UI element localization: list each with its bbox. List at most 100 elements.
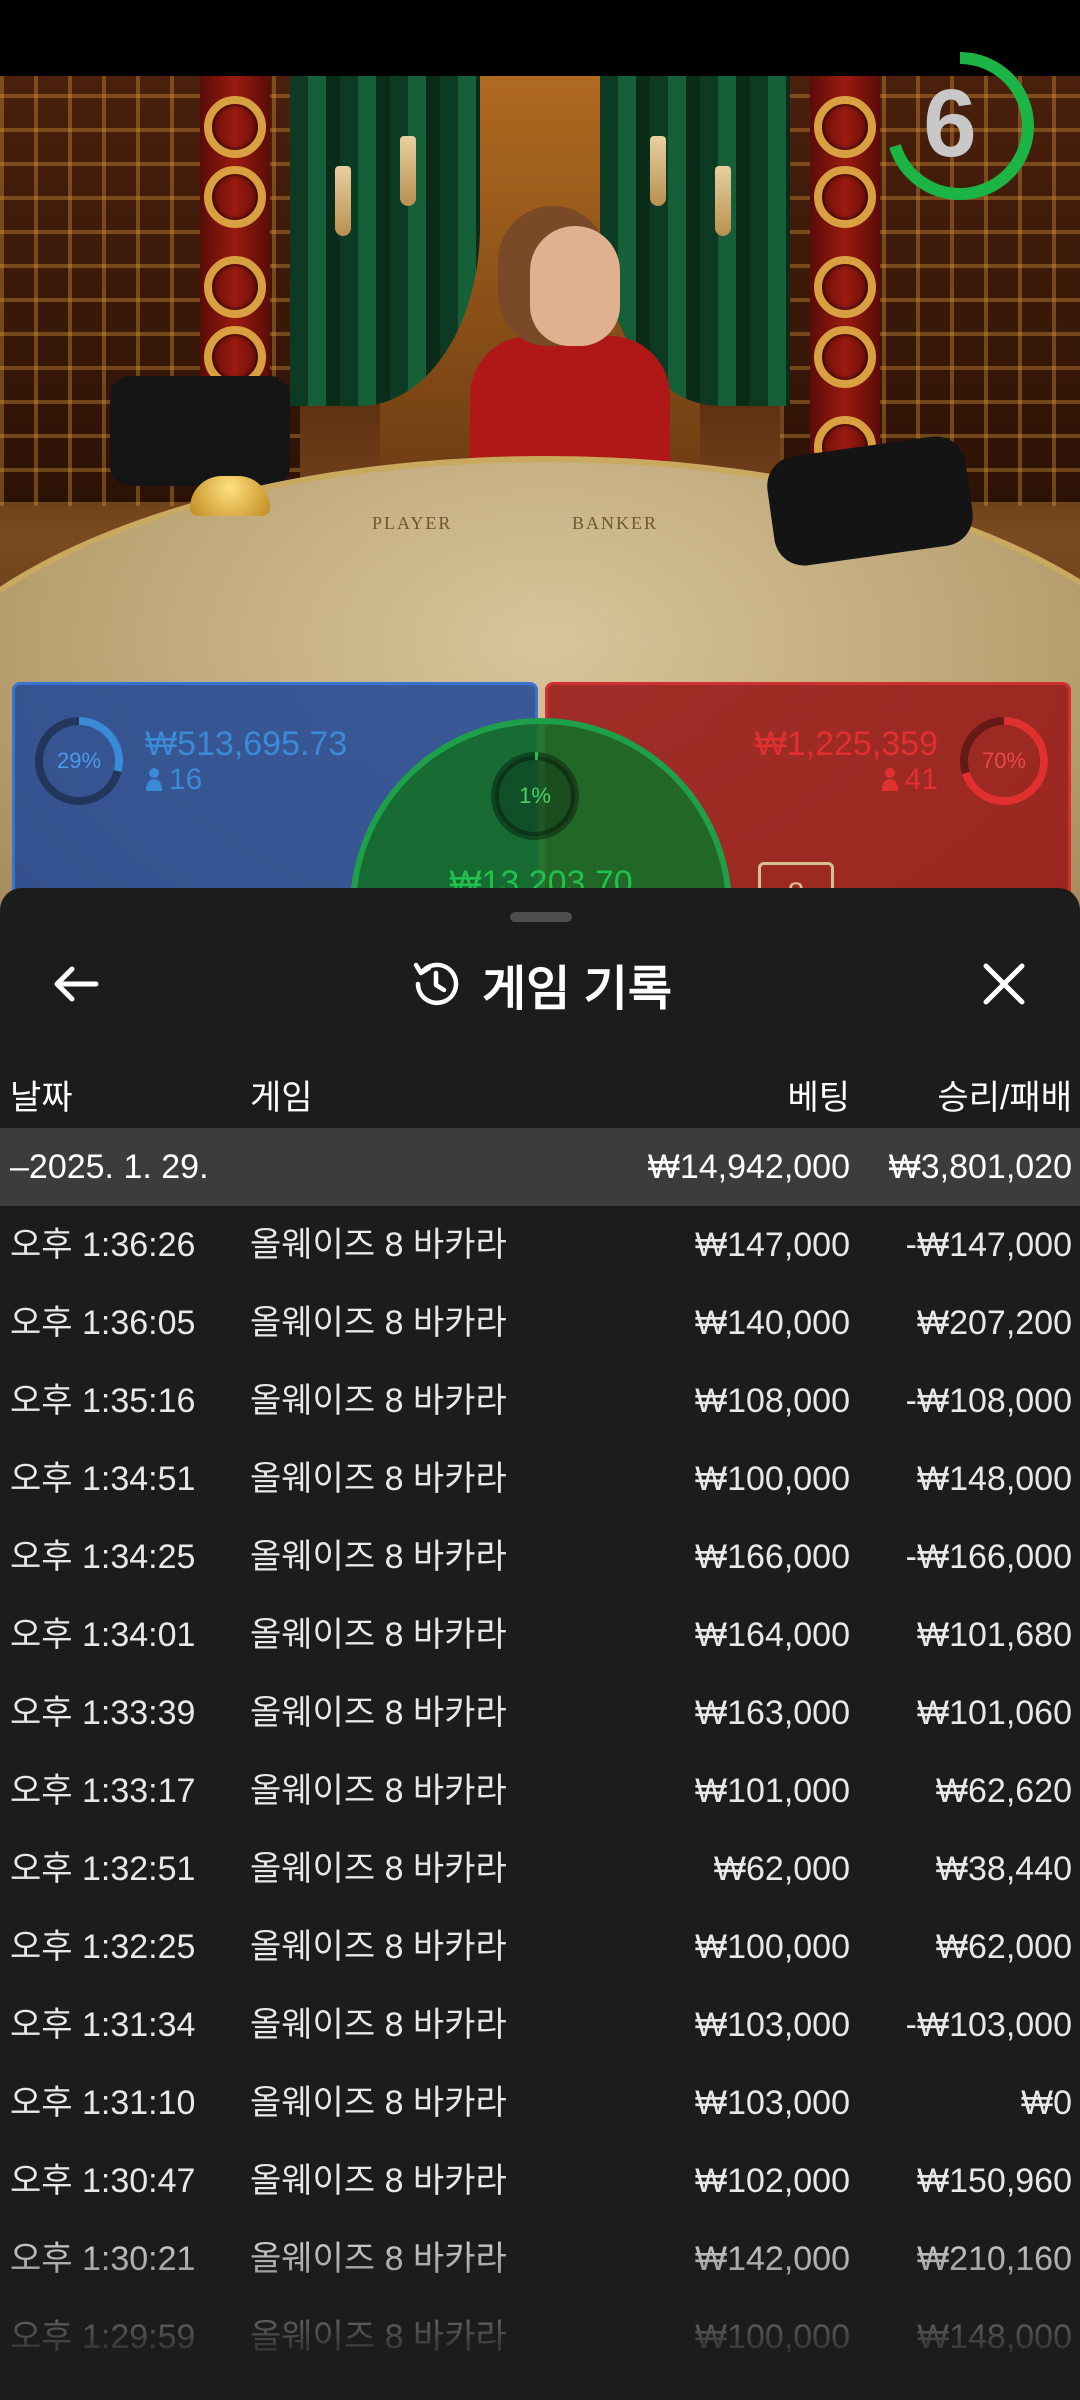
history-row[interactable]: 오후 1:32:25 올웨이즈 8 바카라 ₩100,000 ₩62,000 xyxy=(0,1908,1080,1986)
row-game: 올웨이즈 8 바카라 xyxy=(250,1304,507,1342)
row-win-loss: ₩148,000 xyxy=(917,1460,1072,1498)
row-win-loss: ₩101,060 xyxy=(917,1694,1072,1732)
row-time: 오후 1:35:16 xyxy=(10,1382,196,1420)
banker-percent: 70% xyxy=(981,748,1027,773)
row-time: 오후 1:34:01 xyxy=(10,1616,196,1654)
row-game: 올웨이즈 8 바카라 xyxy=(250,2084,507,2122)
row-win-loss: -₩108,000 xyxy=(905,1382,1072,1420)
history-row[interactable]: 오후 1:34:51 올웨이즈 8 바카라 ₩100,000 ₩148,000 xyxy=(0,1440,1080,1518)
row-bet: ₩142,000 xyxy=(695,2240,850,2278)
row-win-loss: ₩148,000 xyxy=(917,2318,1072,2356)
row-bet: ₩140,000 xyxy=(695,1304,850,1342)
row-bet: ₩102,000 xyxy=(695,2162,850,2200)
row-game: 올웨이즈 8 바카라 xyxy=(250,1928,507,1966)
history-row[interactable]: 오후 1:33:39 올웨이즈 8 바카라 ₩163,000 ₩101,060 xyxy=(0,1674,1080,1752)
row-bet: ₩164,000 xyxy=(695,1616,850,1654)
tassel xyxy=(400,136,416,206)
row-bet: ₩166,000 xyxy=(695,1538,850,1576)
row-win-loss: ₩62,000 xyxy=(935,1928,1072,1966)
row-bet: ₩101,000 xyxy=(695,1772,850,1810)
row-win-loss: ₩101,680 xyxy=(917,1616,1072,1654)
row-time: 오후 1:31:34 xyxy=(10,2006,196,2044)
tie-percent: 1% xyxy=(519,783,551,808)
row-time: 오후 1:36:26 xyxy=(10,1226,196,1264)
row-win-loss: -₩166,000 xyxy=(905,1538,1072,1576)
column-game: 게임 xyxy=(250,1079,313,1117)
countdown-number: 6 xyxy=(923,70,977,177)
history-row[interactable]: 오후 1:34:01 올웨이즈 8 바카라 ₩164,000 ₩101,680 xyxy=(0,1596,1080,1674)
close-button[interactable] xyxy=(968,948,1040,1020)
history-row[interactable]: 오후 1:32:51 올웨이즈 8 바카라 ₩62,000 ₩38,440 xyxy=(0,1830,1080,1908)
row-bet: ₩103,000 xyxy=(695,2084,850,2122)
player-bet-amount: ₩513,695.73 xyxy=(145,725,348,763)
collapse-icon: – xyxy=(10,1148,29,1186)
history-row[interactable]: 오후 1:31:10 올웨이즈 8 바카라 ₩103,000 ₩0 xyxy=(0,2064,1080,2142)
row-game: 올웨이즈 8 바카라 xyxy=(250,1694,507,1732)
row-time: 오후 1:33:17 xyxy=(10,1772,196,1810)
table-header: 날짜 게임 베팅 승리/패배 xyxy=(0,1060,1080,1124)
history-row[interactable]: 오후 1:29:59 올웨이즈 8 바카라 ₩100,000 ₩148,000 xyxy=(0,2298,1080,2376)
column-win-loss: 승리/패배 xyxy=(937,1079,1072,1117)
game-history-sheet: 게임 기록 날짜 게임 베팅 승리/패배 –2025. 1. 29. ₩14,9… xyxy=(0,888,1080,2400)
table-label-banker: BANKER xyxy=(572,513,659,533)
row-time: 오후 1:31:10 xyxy=(10,2084,196,2122)
row-time: 오후 1:36:05 xyxy=(10,1304,196,1342)
row-time: 오후 1:30:21 xyxy=(10,2240,196,2278)
history-row[interactable]: 오후 1:35:16 올웨이즈 8 바카라 ₩108,000 -₩108,000 xyxy=(0,1362,1080,1440)
day-group-row[interactable]: –2025. 1. 29. ₩14,942,000 ₩3,801,020 xyxy=(0,1128,1080,1206)
sheet-title: 게임 기록 xyxy=(482,963,672,1016)
history-row[interactable]: 오후 1:36:26 올웨이즈 8 바카라 ₩147,000 -₩147,000 xyxy=(0,1206,1080,1284)
row-game: 올웨이즈 8 바카라 xyxy=(250,1460,507,1498)
dealer-head xyxy=(530,226,620,346)
person-icon xyxy=(146,768,162,791)
day-group-date-text: 2025. 1. 29. xyxy=(28,1148,209,1186)
row-win-loss: ₩207,200 xyxy=(917,1304,1072,1342)
history-row[interactable]: 오후 1:36:05 올웨이즈 8 바카라 ₩140,000 ₩207,200 xyxy=(0,1284,1080,1362)
row-bet: ₩147,000 xyxy=(695,1226,850,1264)
row-game: 올웨이즈 8 바카라 xyxy=(250,1226,507,1264)
player-count-value: 16 xyxy=(169,763,203,796)
tassel xyxy=(715,166,731,236)
history-row[interactable]: 오후 1:30:47 올웨이즈 8 바카라 ₩102,000 ₩150,960 xyxy=(0,2142,1080,2220)
row-game: 올웨이즈 8 바카라 xyxy=(250,1772,507,1810)
table-label-player: PLAYER xyxy=(372,513,453,533)
row-bet: ₩62,000 xyxy=(713,1850,850,1888)
column-bet: 베팅 xyxy=(787,1079,850,1117)
close-icon xyxy=(983,963,1025,1005)
day-group-total-win-loss: ₩3,801,020 xyxy=(888,1148,1072,1186)
row-bet: ₩103,000 xyxy=(695,2006,850,2044)
history-list: –2025. 1. 29. ₩14,942,000 ₩3,801,020 오후 … xyxy=(0,1128,1080,2376)
person-icon xyxy=(881,768,898,791)
row-win-loss: -₩103,000 xyxy=(905,2006,1072,2044)
row-bet: ₩100,000 xyxy=(695,2318,850,2356)
tassel xyxy=(335,166,351,236)
row-win-loss: ₩0 xyxy=(1021,2084,1072,2122)
row-time: 오후 1:34:25 xyxy=(10,1538,196,1576)
row-game: 올웨이즈 8 바카라 xyxy=(250,1850,507,1888)
row-bet: ₩108,000 xyxy=(695,1382,850,1420)
row-win-loss: ₩210,160 xyxy=(917,2240,1072,2278)
row-time: 오후 1:33:39 xyxy=(10,1694,196,1732)
day-group-total-bet: ₩14,942,000 xyxy=(647,1148,850,1186)
row-game: 올웨이즈 8 바카라 xyxy=(250,2240,507,2278)
history-row[interactable]: 오후 1:33:17 올웨이즈 8 바카라 ₩101,000 ₩62,620 xyxy=(0,1752,1080,1830)
sheet-drag-handle[interactable] xyxy=(510,912,572,922)
history-row[interactable]: 오후 1:34:25 올웨이즈 8 바카라 ₩166,000 -₩166,000 xyxy=(0,1518,1080,1596)
history-row[interactable]: 오후 1:30:21 올웨이즈 8 바카라 ₩142,000 ₩210,160 xyxy=(0,2220,1080,2298)
row-time: 오후 1:32:51 xyxy=(10,1850,196,1888)
row-game: 올웨이즈 8 바카라 xyxy=(250,2318,507,2356)
row-bet: ₩163,000 xyxy=(695,1694,850,1732)
history-row[interactable]: 오후 1:31:34 올웨이즈 8 바카라 ₩103,000 -₩103,000 xyxy=(0,1986,1080,2064)
row-time: 오후 1:30:47 xyxy=(10,2162,196,2200)
day-group-date: –2025. 1. 29. xyxy=(10,1128,209,1206)
row-win-loss: ₩38,440 xyxy=(935,1850,1072,1888)
row-win-loss: ₩62,620 xyxy=(935,1772,1072,1810)
row-bet: ₩100,000 xyxy=(695,1928,850,1966)
player-count: 16 xyxy=(145,763,202,797)
player-percent: 29% xyxy=(56,748,102,773)
row-win-loss: ₩150,960 xyxy=(917,2162,1072,2200)
banker-count: 41 xyxy=(881,763,938,797)
sheet-header: 게임 기록 xyxy=(0,948,1080,1020)
row-game: 올웨이즈 8 바카라 xyxy=(250,2006,507,2044)
row-bet: ₩100,000 xyxy=(695,1460,850,1498)
